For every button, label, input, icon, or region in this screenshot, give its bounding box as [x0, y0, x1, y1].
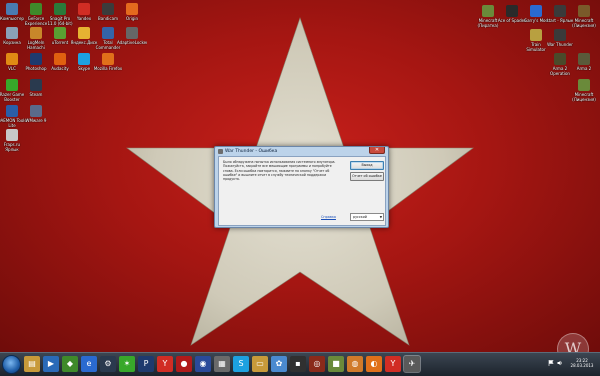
total-commander-icon: [102, 27, 114, 39]
shortcut-label: Fraps.ru Ярлык: [3, 142, 21, 152]
shortcut-label: Minecraft (Лицензия): [572, 18, 596, 28]
shortcut-label: Minecraft (Лицензия): [572, 92, 596, 102]
folder-icon[interactable]: ▭: [252, 356, 268, 372]
volume-icon[interactable]: [557, 360, 563, 366]
ie-icon[interactable]: e: [81, 356, 97, 372]
nvidia-icon: [30, 3, 42, 15]
flag-icon[interactable]: [548, 360, 554, 366]
razer-icon[interactable]: ✶: [119, 356, 135, 372]
steam-icon: [30, 79, 42, 91]
dialog-body: Было обнаружена попытка использования си…: [218, 156, 386, 226]
system-clock[interactable]: 23:22 28.03.2013: [567, 358, 597, 368]
war-thunder-icon: [554, 29, 566, 41]
yandex-disk-icon: [78, 27, 90, 39]
minecraft-licensed-icon: [578, 5, 590, 17]
shortcut-label: Steam: [29, 92, 43, 97]
firefox-icon: [102, 53, 114, 65]
terminal-icon[interactable]: ▪: [290, 356, 306, 372]
audacity-icon: [54, 53, 66, 65]
arma2-oa-icon: [554, 53, 566, 65]
settings-icon[interactable]: ✿: [271, 356, 287, 372]
start-shortcut-icon: [554, 5, 566, 17]
yandex-icon[interactable]: Y: [157, 356, 173, 372]
clock-date: 28.03.2013: [570, 363, 594, 368]
chevron-down-icon: ▼: [379, 215, 382, 219]
dialog-title: War Thunder - Ошибка: [225, 149, 278, 154]
media-player-icon[interactable]: ▶: [43, 356, 59, 372]
daemon-tools-icon: [6, 105, 18, 117]
desktop-shortcut[interactable]: Mozilla Firefox: [93, 52, 123, 82]
steam-icon[interactable]: ⚙: [100, 356, 116, 372]
yandex-icon: [78, 3, 90, 15]
bandicam-icon: [102, 3, 114, 15]
shortcut-label: AdaptiveLocker: [117, 40, 147, 45]
recycle-bin-icon: [6, 27, 18, 39]
shortcut-label: War Thunder: [547, 42, 573, 47]
razer-icon: [6, 79, 18, 91]
desktop-shortcut[interactable]: Minecraft (Лицензия): [569, 78, 599, 108]
start-button[interactable]: [2, 355, 21, 374]
firefox-icon[interactable]: ◐: [366, 356, 382, 372]
shortcut-label: WMware 9: [25, 118, 47, 123]
record-icon[interactable]: ●: [176, 356, 192, 372]
app-icon: [218, 149, 223, 154]
arma2-icon: [578, 53, 590, 65]
error-message: Было обнаружена попытка использования си…: [223, 160, 336, 182]
dota-icon[interactable]: ◎: [309, 356, 325, 372]
hamachi-icon: [30, 27, 42, 39]
fraps-icon: [6, 129, 18, 141]
minecraft-icon-2: [578, 79, 590, 91]
vmware-icon: [30, 105, 42, 117]
dialog-titlebar[interactable]: War Thunder - Ошибка ✕: [215, 147, 388, 156]
photoshop-icon: [30, 53, 42, 65]
language-value: русский: [353, 215, 367, 219]
taskbar: ▤ ▶ ◆ e ⚙ ✶ P Y ● ◉ ▦ S ▭ ✿ ▪ ◎ ■ ◍ ◐ Y ✈ 23:22 28.03.2013: [0, 352, 600, 376]
shortcut-label: Arma 2 Operation: [550, 66, 570, 76]
shortcut-label: Origin: [125, 16, 139, 21]
game-icon[interactable]: ◍: [347, 356, 363, 372]
war-thunder-icon[interactable]: ✈: [403, 355, 421, 373]
snagit-icon: [54, 3, 66, 15]
locker-icon: [126, 27, 138, 39]
yandex-browser-icon[interactable]: Y: [385, 356, 401, 372]
garrys-mod-icon: [530, 5, 542, 17]
minecraft-icon: [482, 5, 494, 17]
language-select[interactable]: русский ▼: [350, 213, 384, 221]
shortcut-label: VLC: [8, 66, 16, 71]
error-report-button[interactable]: Отчет об ошибке: [350, 172, 384, 181]
uplay-icon[interactable]: ◉: [195, 356, 211, 372]
photoshop-icon[interactable]: P: [138, 356, 154, 372]
shortcut-label: Mozilla Firefox: [93, 66, 123, 71]
close-button[interactable]: ✕: [369, 147, 385, 154]
calculator-icon[interactable]: ▦: [214, 356, 230, 372]
windows-explorer-icon[interactable]: ▤: [24, 356, 40, 372]
minecraft-icon[interactable]: ■: [328, 356, 344, 372]
exit-button[interactable]: Выход: [350, 161, 384, 170]
origin-icon: [126, 3, 138, 15]
nvidia-icon[interactable]: ◆: [62, 356, 78, 372]
computer-icon: [6, 3, 18, 15]
ace-of-spades-icon: [506, 5, 518, 17]
support-link[interactable]: Справка: [321, 215, 336, 219]
vlc-icon: [6, 53, 18, 65]
skype-icon[interactable]: S: [233, 356, 249, 372]
skype-icon: [78, 53, 90, 65]
desktop-shortcut[interactable]: Fraps.ru Ярлык: [0, 128, 27, 158]
error-dialog: War Thunder - Ошибка ✕ Было обнаружена п…: [214, 146, 389, 228]
utorrent-icon: [54, 27, 66, 39]
train-simulator-icon: [530, 29, 542, 41]
